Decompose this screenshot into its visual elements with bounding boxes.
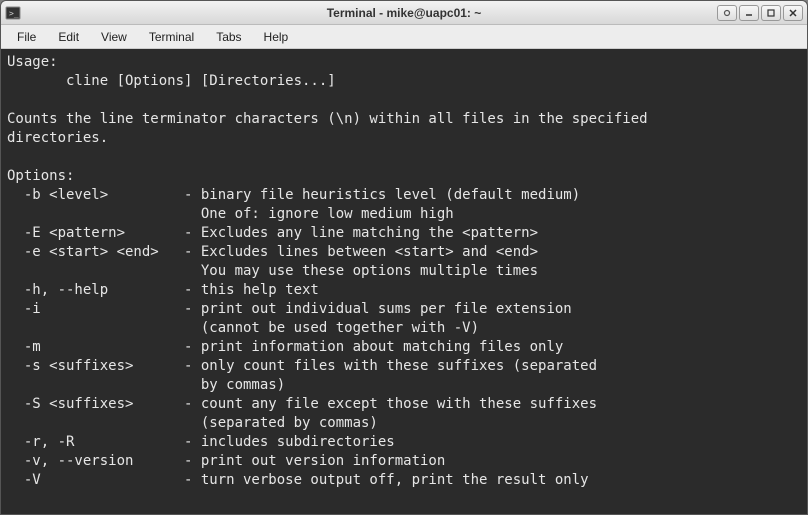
terminal-window: >_ Terminal - mike@uapc01: ~ File Edit V… xyxy=(0,0,808,515)
terminal-app-icon: >_ xyxy=(5,5,21,21)
menubar: File Edit View Terminal Tabs Help xyxy=(1,25,807,49)
window-title: Terminal - mike@uapc01: ~ xyxy=(1,6,807,20)
menu-terminal[interactable]: Terminal xyxy=(139,27,204,47)
window-controls xyxy=(717,5,803,21)
minimize-button[interactable] xyxy=(739,5,759,21)
svg-text:>_: >_ xyxy=(9,9,19,18)
close-button[interactable] xyxy=(783,5,803,21)
maximize-button[interactable] xyxy=(761,5,781,21)
menu-view[interactable]: View xyxy=(91,27,137,47)
titlebar[interactable]: >_ Terminal - mike@uapc01: ~ xyxy=(1,1,807,25)
menu-edit[interactable]: Edit xyxy=(48,27,89,47)
menu-tabs[interactable]: Tabs xyxy=(206,27,251,47)
menu-help[interactable]: Help xyxy=(254,27,299,47)
menu-file[interactable]: File xyxy=(7,27,46,47)
terminal-output[interactable]: Usage: cline [Options] [Directories...] … xyxy=(1,49,807,514)
keep-above-button[interactable] xyxy=(717,5,737,21)
